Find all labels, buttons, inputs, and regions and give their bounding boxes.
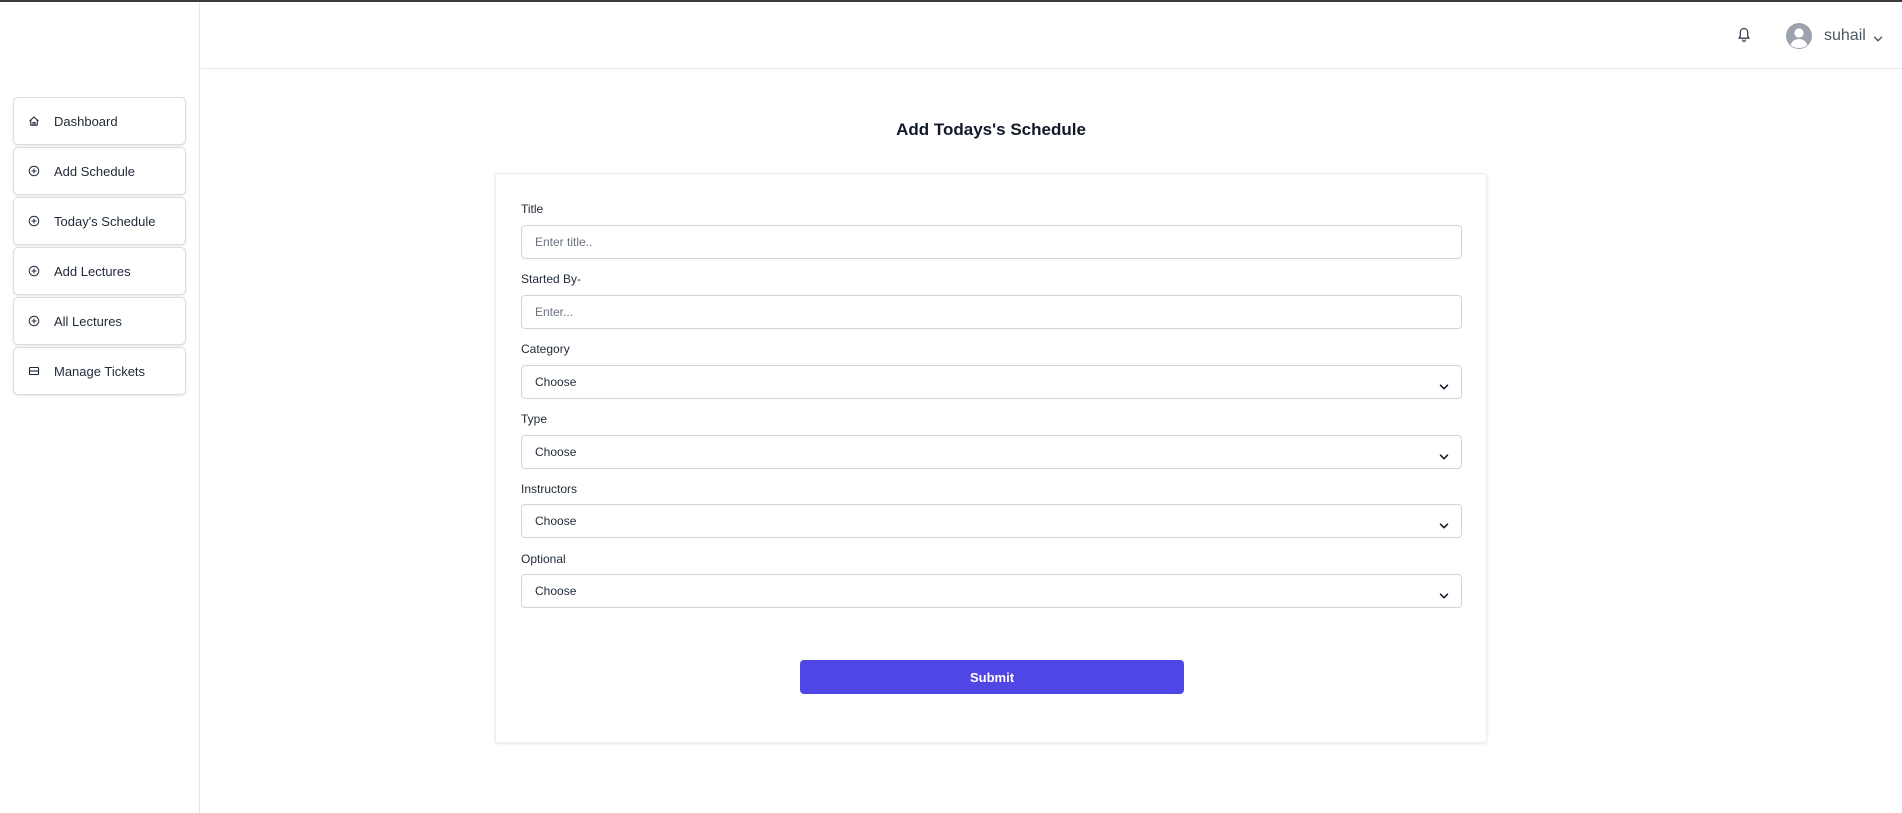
plus-circle-icon (28, 315, 40, 327)
type-select-value: Choose (535, 445, 577, 459)
sidebar-item-dashboard[interactable]: Dashboard (13, 97, 186, 145)
optional-select-value: Choose (535, 584, 577, 598)
type-select[interactable]: Choose (521, 435, 1462, 469)
ticket-icon (28, 365, 40, 377)
schedule-form-card: Title Started By- Category Choose Type C… (495, 173, 1487, 743)
category-label: Category (521, 342, 570, 356)
chevron-down-icon (1439, 518, 1449, 529)
top-header: suhail (201, 2, 1902, 69)
category-select[interactable]: Choose (521, 365, 1462, 399)
chevron-down-icon (1439, 449, 1449, 460)
sidebar-nav: Dashboard Add Schedule Today's Schedule … (13, 97, 186, 397)
sidebar-item-add-lectures[interactable]: Add Lectures (13, 247, 186, 295)
sidebar-item-label: Add Schedule (54, 163, 135, 179)
chevron-down-icon (1439, 588, 1449, 599)
user-avatar-icon[interactable] (1785, 22, 1813, 50)
plus-circle-icon (28, 265, 40, 277)
sidebar-item-label: Add Lectures (54, 263, 131, 279)
optional-select[interactable]: Choose (521, 574, 1462, 608)
username[interactable]: suhail (1824, 27, 1866, 45)
sidebar-item-manage-tickets[interactable]: Manage Tickets (13, 347, 186, 395)
sidebar-item-todays-schedule[interactable]: Today's Schedule (13, 197, 186, 245)
sidebar-item-label: Manage Tickets (54, 363, 146, 379)
chevron-down-icon (1439, 379, 1449, 390)
optional-label: Optional (521, 552, 566, 566)
sidebar: Dashboard Add Schedule Today's Schedule … (0, 2, 200, 813)
plus-circle-icon (28, 165, 40, 177)
bell-icon[interactable] (1736, 26, 1752, 44)
home-icon (28, 115, 40, 127)
instructors-select-value: Choose (535, 514, 577, 528)
started-by-input[interactable] (521, 295, 1462, 329)
sidebar-item-label: All Lectures (54, 313, 122, 329)
sidebar-item-label: Dashboard (54, 113, 118, 129)
sidebar-item-label: Today's Schedule (54, 213, 156, 229)
instructors-label: Instructors (521, 482, 578, 496)
chevron-down-icon[interactable] (1873, 31, 1883, 42)
started-by-label: Started By- (521, 272, 582, 286)
category-select-value: Choose (535, 375, 577, 389)
submit-button[interactable]: Submit (800, 660, 1184, 694)
type-label: Type (521, 412, 548, 426)
title-input[interactable] (521, 225, 1462, 259)
page-title: Add Todays's Schedule (896, 120, 1086, 139)
title-label: Title (521, 202, 544, 216)
sidebar-item-all-lectures[interactable]: All Lectures (13, 297, 186, 345)
plus-circle-icon (28, 215, 40, 227)
instructors-select[interactable]: Choose (521, 504, 1462, 538)
sidebar-item-add-schedule[interactable]: Add Schedule (13, 147, 186, 195)
